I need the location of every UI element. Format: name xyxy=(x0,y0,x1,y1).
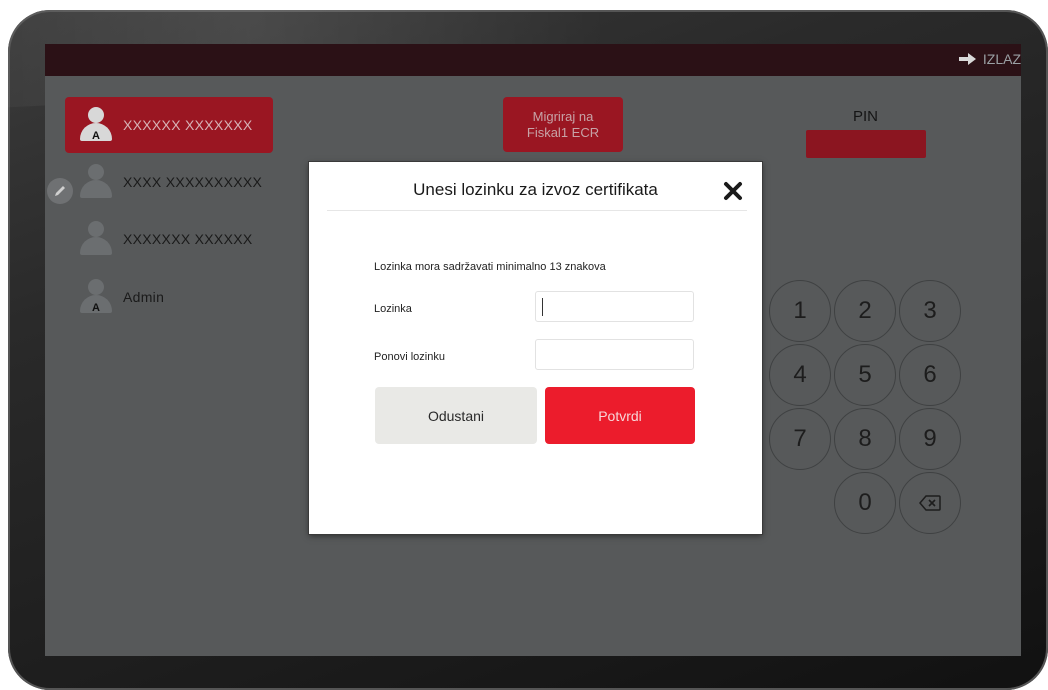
dialog-divider xyxy=(327,210,747,211)
user-item-1[interactable]: A XXXXXX XXXXXXX xyxy=(65,97,273,153)
cancel-button[interactable]: Odustani xyxy=(375,387,537,444)
pin-label: PIN xyxy=(853,108,879,125)
backspace-icon xyxy=(919,495,941,511)
exit-label: IZLAZ xyxy=(982,51,1021,67)
keypad-key-1[interactable]: 1 xyxy=(769,280,831,342)
keypad-key-9[interactable]: 9 xyxy=(899,408,961,470)
close-icon[interactable] xyxy=(723,181,743,201)
user-item-4[interactable]: A Admin xyxy=(65,269,273,325)
user-name: XXXXXX XXXXXXX xyxy=(123,117,253,133)
user-avatar-icon: A xyxy=(79,105,113,145)
pin-field[interactable] xyxy=(806,130,926,158)
repeat-password-label: Ponovi lozinku xyxy=(374,351,445,363)
keypad-key-5[interactable]: 5 xyxy=(834,344,896,406)
migrate-label-line2: Fiskal1 ECR xyxy=(526,124,600,140)
user-avatar-icon xyxy=(79,162,113,202)
keypad-backspace-button[interactable] xyxy=(899,472,961,534)
password-input[interactable] xyxy=(535,291,694,322)
export-certificate-dialog: Unesi lozinku za izvoz certifikata Lozin… xyxy=(309,162,762,534)
user-item-2[interactable]: XXXX XXXXXXXXXX xyxy=(65,154,273,210)
user-name: XXXX XXXXXXXXXX xyxy=(123,174,263,190)
migrate-button[interactable]: Migriraj na Fiskal1 ECR xyxy=(503,97,623,152)
keypad-key-7[interactable]: 7 xyxy=(769,408,831,470)
confirm-button[interactable]: Potvrdi xyxy=(545,387,695,444)
user-name: Admin xyxy=(123,289,165,305)
keypad-key-6[interactable]: 6 xyxy=(899,344,961,406)
dialog-title: Unesi lozinku za izvoz certifikata xyxy=(413,180,658,199)
user-avatar-icon: A xyxy=(79,277,113,317)
text-caret xyxy=(542,298,543,316)
keypad-key-3[interactable]: 3 xyxy=(899,280,961,342)
password-label: Lozinka xyxy=(374,303,412,315)
admin-badge: A xyxy=(92,130,100,142)
arrow-right-icon xyxy=(958,53,976,65)
user-name: XXXXXXX XXXXXX xyxy=(123,231,253,247)
exit-button[interactable]: IZLAZ xyxy=(958,51,1021,67)
user-item-3[interactable]: XXXXXXX XXXXXX xyxy=(65,211,273,267)
password-hint: Lozinka mora sadržavati minimalno 13 zna… xyxy=(374,261,606,273)
top-bar: IZLAZ xyxy=(45,44,1021,76)
keypad-key-4[interactable]: 4 xyxy=(769,344,831,406)
user-avatar-icon xyxy=(79,219,113,259)
keypad-key-0[interactable]: 0 xyxy=(834,472,896,534)
repeat-password-input[interactable] xyxy=(535,339,694,370)
keypad-key-2[interactable]: 2 xyxy=(834,280,896,342)
keypad-key-8[interactable]: 8 xyxy=(834,408,896,470)
migrate-label-line1: Migriraj na xyxy=(532,108,594,124)
admin-badge: A xyxy=(92,302,100,314)
